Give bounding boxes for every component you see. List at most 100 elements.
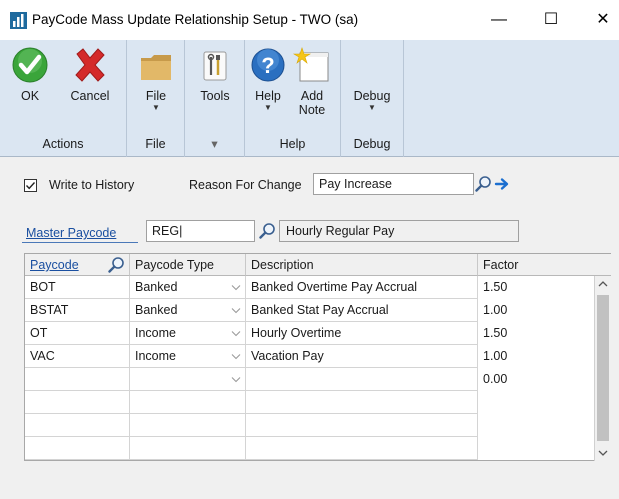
cell-description[interactable]: Banked Stat Pay Accrual xyxy=(246,299,478,322)
table-row[interactable] xyxy=(25,414,594,437)
paycode-column-lookup-icon[interactable] xyxy=(108,256,125,273)
cell-description[interactable] xyxy=(246,414,478,437)
paycode-grid: Paycode Paycode Type Description Factor … xyxy=(24,253,611,461)
window-title: PayCode Mass Update Relationship Setup -… xyxy=(32,12,359,27)
reason-for-change-field[interactable]: Pay Increase xyxy=(313,173,474,195)
svg-text:?: ? xyxy=(261,53,274,78)
cell-factor[interactable]: 1.00 xyxy=(478,299,594,322)
table-row[interactable] xyxy=(25,437,594,460)
tools-icon xyxy=(203,51,227,81)
group-label-actions: Actions xyxy=(42,137,84,151)
ribbon-group-tools: Tools ▾ xyxy=(185,40,245,157)
cell-type[interactable]: Income xyxy=(130,345,246,368)
cancel-x-icon xyxy=(75,48,105,82)
column-header-paycode-type: Paycode Type xyxy=(130,254,246,276)
file-label: File xyxy=(145,89,167,103)
cell-description[interactable]: Vacation Pay xyxy=(246,345,478,368)
chevron-down-icon[interactable] xyxy=(231,353,241,360)
table-row[interactable]: VAC Income Vacation Pay 1.00 xyxy=(25,345,594,368)
checkmark-icon xyxy=(25,182,36,190)
cancel-button[interactable]: Cancel xyxy=(60,46,120,103)
cell-description[interactable]: Hourly Overtime xyxy=(246,322,478,345)
write-to-history-checkbox[interactable] xyxy=(24,179,37,192)
group-label-debug: Debug xyxy=(353,137,391,151)
cell-type[interactable] xyxy=(130,437,246,460)
ribbon-group-actions: OK Cancel Actions xyxy=(0,40,127,157)
scroll-up-arrow-icon[interactable] xyxy=(595,276,611,293)
cell-factor[interactable] xyxy=(478,437,594,460)
table-row[interactable]: 0.00 xyxy=(25,368,594,391)
add-note-button[interactable]: Add Note xyxy=(289,46,335,117)
reason-lookup-icon[interactable] xyxy=(475,175,492,192)
cell-type[interactable] xyxy=(130,368,246,391)
scroll-down-arrow-icon[interactable] xyxy=(595,444,611,461)
cell-type[interactable]: Income xyxy=(130,322,246,345)
cell-description[interactable] xyxy=(246,391,478,414)
ribbon: OK Cancel Actions File ▼ File Tools ▾ ? … xyxy=(0,40,619,157)
cell-description[interactable] xyxy=(246,368,478,391)
table-row[interactable]: BOT Banked Banked Overtime Pay Accrual 1.50 xyxy=(25,276,594,299)
add-note-icon xyxy=(292,47,329,82)
chevron-down-icon[interactable] xyxy=(231,376,241,383)
cell-factor[interactable]: 0.00 xyxy=(478,368,594,391)
reason-for-change-label: Reason For Change xyxy=(189,178,302,192)
cell-factor[interactable] xyxy=(478,414,594,437)
cell-paycode[interactable]: VAC xyxy=(25,345,130,368)
cell-paycode[interactable] xyxy=(25,391,130,414)
scrollbar-thumb[interactable] xyxy=(597,295,609,441)
column-header-paycode-label: Paycode xyxy=(30,258,79,272)
cell-description[interactable]: Banked Overtime Pay Accrual xyxy=(246,276,478,299)
cell-factor[interactable]: 1.00 xyxy=(478,345,594,368)
cell-description[interactable] xyxy=(246,437,478,460)
master-paycode-divider xyxy=(22,242,138,243)
close-button[interactable]: ✕ xyxy=(588,8,618,32)
cell-paycode[interactable] xyxy=(25,368,130,391)
cell-paycode[interactable] xyxy=(25,414,130,437)
cell-paycode[interactable]: BOT xyxy=(25,276,130,299)
help-menu-button[interactable]: ? Help ▼ xyxy=(249,46,287,113)
cell-factor[interactable]: 1.50 xyxy=(478,276,594,299)
cell-type[interactable]: Banked xyxy=(130,276,246,299)
cell-type[interactable] xyxy=(130,391,246,414)
folder-icon xyxy=(141,55,171,80)
cell-paycode[interactable] xyxy=(25,437,130,460)
arrow-right-icon[interactable] xyxy=(494,176,510,192)
tools-button[interactable]: Tools xyxy=(193,46,237,103)
master-paycode-field[interactable]: REG| xyxy=(146,220,255,242)
file-dropdown-caret: ▼ xyxy=(152,103,160,112)
help-question-icon: ? xyxy=(251,48,285,82)
title-bar: PayCode Mass Update Relationship Setup -… xyxy=(0,0,619,40)
minimize-button[interactable]: — xyxy=(484,8,514,32)
cell-paycode[interactable]: BSTAT xyxy=(25,299,130,322)
cell-paycode[interactable]: OT xyxy=(25,322,130,345)
file-menu-button[interactable]: File ▼ xyxy=(135,46,177,113)
debug-dropdown-caret: ▼ xyxy=(368,103,376,112)
chevron-down-icon[interactable] xyxy=(231,307,241,314)
group-label-help: Help xyxy=(279,137,306,151)
ok-button[interactable]: OK xyxy=(9,46,51,103)
cancel-label: Cancel xyxy=(70,89,110,103)
master-paycode-description: Hourly Regular Pay xyxy=(279,220,519,242)
chevron-down-icon[interactable] xyxy=(231,330,241,337)
app-icon xyxy=(10,12,27,29)
master-paycode-lookup-icon[interactable] xyxy=(259,222,276,239)
add-note-label-2: Note xyxy=(298,103,326,117)
cell-type[interactable]: Banked xyxy=(130,299,246,322)
cell-type[interactable] xyxy=(130,414,246,437)
cell-factor[interactable] xyxy=(478,391,594,414)
master-paycode-link[interactable]: Master Paycode xyxy=(26,226,116,240)
ribbon-group-file: File ▼ File xyxy=(127,40,185,157)
column-header-description: Description xyxy=(246,254,478,276)
table-row[interactable]: BSTAT Banked Banked Stat Pay Accrual 1.00 xyxy=(25,299,594,322)
debug-menu-button[interactable]: Debug ▼ xyxy=(347,89,397,113)
grid-scrollbar[interactable] xyxy=(594,276,611,461)
table-row[interactable] xyxy=(25,391,594,414)
ribbon-group-debug: Debug ▼ Debug xyxy=(341,40,404,157)
chevron-down-icon[interactable] xyxy=(231,284,241,291)
cell-factor[interactable]: 1.50 xyxy=(478,322,594,345)
maximize-button[interactable]: ☐ xyxy=(536,8,566,32)
table-row[interactable]: OT Income Hourly Overtime 1.50 xyxy=(25,322,594,345)
tools-group-caret[interactable]: ▾ xyxy=(185,136,244,151)
check-icon xyxy=(12,47,48,83)
help-label: Help xyxy=(255,89,281,103)
